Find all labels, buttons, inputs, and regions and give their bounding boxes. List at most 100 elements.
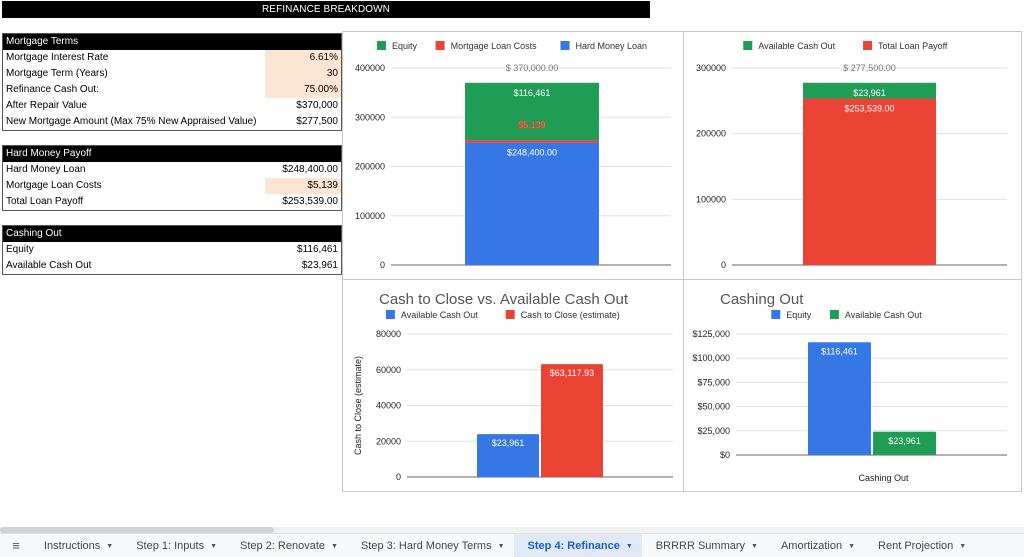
hard-money-payoff-table: Hard Money Payoff Hard Money Loan $248,4… — [2, 145, 342, 211]
caret-down-icon[interactable]: ▼ — [331, 543, 338, 550]
tab-step-3-hard-money-terms[interactable]: Step 3: Hard Money Terms ▼ — [347, 534, 514, 557]
tab-label: Step 1: Inputs — [136, 539, 205, 552]
legend-swatch-available-cash-out — [743, 41, 753, 50]
legend-label-total-loan-payoff: Total Loan Payoff — [878, 41, 948, 51]
y-tick-label: 300000 — [696, 63, 726, 73]
legend-label-mortgage-loan-costs: Mortgage Loan Costs — [451, 41, 538, 51]
mortgage-term-cell[interactable]: 30 — [265, 66, 341, 82]
tab-amortization[interactable]: Amortization ▼ — [767, 534, 864, 557]
total-label: $ 277,500.00 — [843, 63, 896, 73]
hamburger-menu-icon[interactable]: ≡ — [2, 538, 30, 553]
bar-mortgage-loan-costs — [465, 140, 599, 143]
cashing-out-table: Cashing Out Equity $116,461 Available Ca… — [2, 225, 342, 275]
table-row: Mortgage Term (Years) 30 — [3, 66, 341, 82]
total-label: $ 370,000.00 — [506, 63, 559, 73]
x-axis-label: Cashing Out — [858, 473, 909, 483]
row-label: Refinance Cash Out: — [6, 84, 99, 95]
legend-swatch-available-cash-out — [829, 310, 839, 319]
mortgage-breakdown-chart[interactable]: Available Cash Out Total Loan Payoff 0 1000… — [683, 31, 1022, 280]
y-tick-label: 0 — [380, 260, 385, 270]
legend-swatch-hard-money-loan — [560, 41, 570, 50]
row-label: After Repair Value — [6, 100, 87, 111]
y-tick-label: 60000 — [376, 365, 401, 375]
y-tick-label: $50,000 — [697, 402, 730, 412]
tab-rent-projection[interactable]: Rent Projection ▼ — [864, 534, 975, 557]
mortgage-terms-header: Mortgage Terms — [3, 34, 341, 50]
arv-breakdown-chart[interactable]: Equity Mortgage Loan Costs Hard Money Loan… — [342, 31, 684, 280]
caret-down-icon[interactable]: ▼ — [959, 543, 966, 550]
cashing-out-header: Cashing Out — [3, 226, 341, 242]
caret-down-icon[interactable]: ▼ — [210, 543, 217, 550]
caret-down-icon[interactable]: ▼ — [626, 543, 633, 550]
tab-step-2-renovate[interactable]: Step 2: Renovate ▼ — [226, 534, 347, 557]
legend-swatch-equity — [771, 310, 781, 319]
y-tick-label: $75,000 — [697, 377, 730, 387]
mortgage-terms-table: Mortgage Terms Mortgage Interest Rate 6.… — [2, 33, 342, 131]
tab-label: Step 3: Hard Money Terms — [360, 539, 492, 552]
tab-step-4-refinance[interactable]: Step 4: Refinance ▼ — [513, 533, 642, 557]
bar-hard-money-loan — [465, 142, 599, 265]
tab-brrrr-summary[interactable]: BRRRR Summary ▼ — [642, 534, 767, 557]
row-label: Mortgage Loan Costs — [6, 180, 102, 191]
tab-instructions[interactable]: Instructions ▼ — [30, 534, 122, 557]
new-mortgage-cell[interactable]: $277,500 — [265, 114, 341, 130]
cashing-out-chart[interactable]: Cashing Out Equity Available Cash Out $0 $25… — [683, 279, 1022, 492]
y-axis-label: Cash to Close (estimate) — [353, 356, 363, 455]
y-tick-label: 200000 — [355, 162, 385, 172]
loan-costs-cell[interactable]: $5,139 — [265, 178, 341, 194]
y-tick-label: 0 — [396, 472, 401, 482]
legend-label-available-cash-out: Available Cash Out — [845, 310, 922, 320]
legend-swatch-total-loan-payoff — [863, 41, 873, 50]
y-tick-label: 400000 — [355, 63, 385, 73]
hard-money-loan-cell[interactable]: $248,400.00 — [265, 162, 341, 178]
tab-label: Instructions — [44, 539, 101, 552]
caret-down-icon[interactable]: ▼ — [106, 543, 113, 550]
caret-down-icon[interactable]: ▼ — [498, 543, 505, 550]
sheet-tab-bar: ≡ Instructions ▼ Step 1: Inputs ▼ Step 2: … — [0, 533, 1024, 557]
row-label: Available Cash Out — [6, 260, 92, 271]
y-tick-label: 100000 — [355, 211, 385, 221]
cash-to-close-chart[interactable]: Cash to Close vs. Available Cash Out Avai… — [342, 279, 684, 492]
bar-cash-to-close-estimate — [541, 364, 603, 477]
cash-out-cell[interactable]: 75.00% — [265, 82, 341, 98]
sheet-title: REFINANCE BREAKDOWN — [2, 1, 650, 18]
y-tick-label: 300000 — [355, 112, 385, 122]
legend-label-available-cash-out: Available Cash Out — [401, 310, 478, 320]
arv-cell[interactable]: $370,000 — [265, 98, 341, 114]
y-tick-label: 100000 — [696, 194, 726, 204]
data-label-cash-to-close-estimate: $63,117.93 — [550, 368, 594, 378]
table-row: Refinance Cash Out: 75.00% — [3, 82, 341, 98]
equity-cell[interactable]: $116,461 — [265, 242, 341, 258]
legend-swatch-equity — [377, 41, 386, 50]
row-label: New Mortgage Amount (Max 75% New Apprais… — [6, 116, 257, 127]
table-row: Total Loan Payoff $253,539.00 — [3, 194, 341, 210]
data-label-available-cash-out: $23,961 — [853, 88, 886, 98]
y-tick-label: $100,000 — [692, 353, 730, 363]
tab-label: BRRRR Summary — [655, 539, 746, 552]
row-label: Mortgage Interest Rate — [6, 52, 109, 63]
available-cash-out-cell[interactable]: $23,961 — [265, 258, 341, 274]
row-label: Hard Money Loan — [6, 164, 86, 175]
tab-label: Step 4: Refinance — [527, 539, 620, 552]
caret-down-icon[interactable]: ▼ — [751, 543, 758, 550]
caret-down-icon[interactable]: ▼ — [848, 543, 855, 550]
row-label: Equity — [6, 244, 34, 255]
chart-svg: Available Cash Out Total Loan Payoff 0 1000… — [696, 41, 1007, 270]
y-tick-label: $125,000 — [692, 329, 730, 339]
legend-label-hard-money-loan: Hard Money Loan — [576, 41, 648, 51]
chart-title: Cashing Out — [720, 291, 804, 308]
table-row: Mortgage Loan Costs $5,139 — [3, 178, 341, 194]
y-tick-label: 80000 — [376, 329, 401, 339]
chart-svg: Cash to Close vs. Available Cash Out Avai… — [353, 291, 673, 482]
legend-label-equity: Equity — [392, 41, 418, 51]
y-tick-label: 200000 — [696, 129, 726, 139]
data-label-equity: $116,461 — [821, 346, 858, 356]
hard-money-payoff-header: Hard Money Payoff — [3, 146, 341, 162]
tab-step-1-inputs[interactable]: Step 1: Inputs ▼ — [122, 534, 226, 557]
interest-rate-cell[interactable]: 6.61% — [265, 50, 341, 66]
legend-label-available-cash-out: Available Cash Out — [758, 41, 835, 51]
table-row: Equity $116,461 — [3, 242, 341, 258]
y-tick-label: $0 — [720, 450, 730, 460]
total-loan-payoff-cell[interactable]: $253,539.00 — [265, 194, 341, 210]
table-row: Available Cash Out $23,961 — [3, 258, 341, 274]
